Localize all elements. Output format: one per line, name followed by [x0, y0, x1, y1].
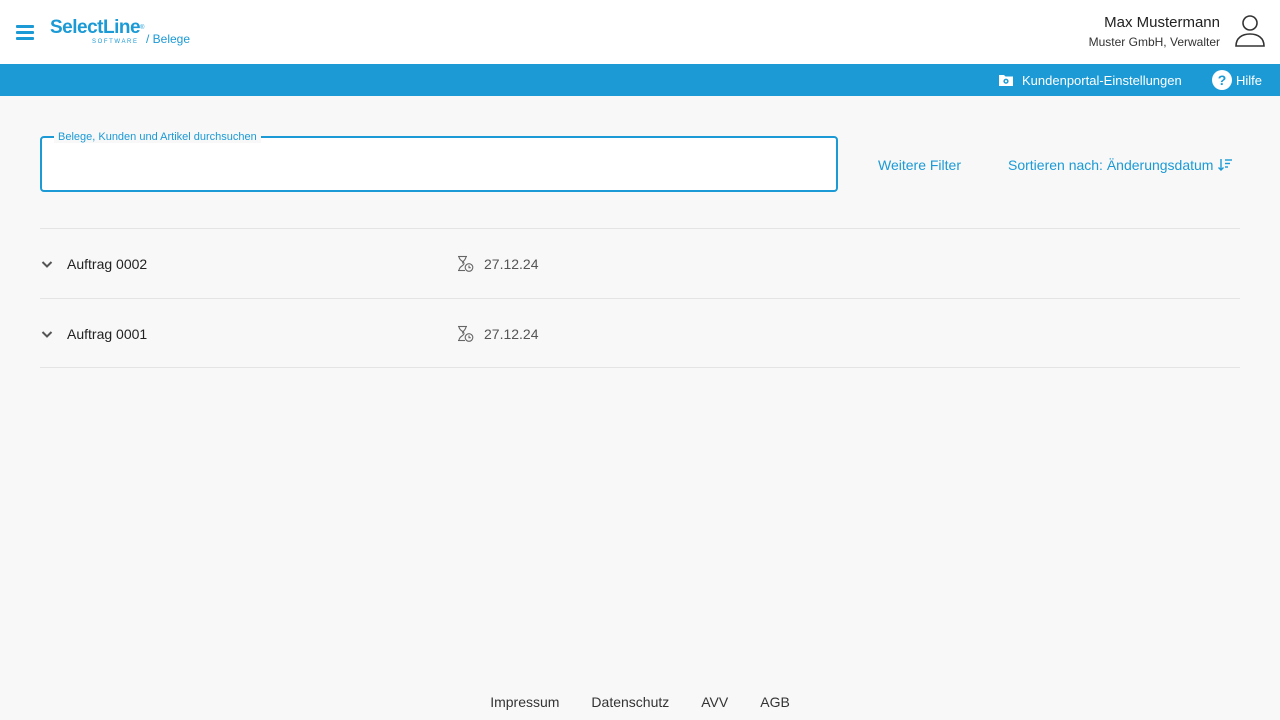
chevron-down-icon[interactable] [40, 257, 54, 271]
logo-subtitle: SOFTWARE [92, 39, 139, 45]
search-field[interactable]: Belege, Kunden und Artikel durchsuchen [40, 131, 838, 192]
document-title: Auftrag 0001 [67, 326, 148, 342]
user-avatar-icon[interactable] [1234, 14, 1266, 48]
logo-text: SelectLine [50, 17, 141, 38]
document-list: Auftrag 0002 27.12.24 Auftrag 0001 27.12… [40, 228, 1240, 368]
sort-button[interactable]: Sortieren nach: Änderungsdatum [1008, 157, 1233, 173]
document-date: 27.12.24 [484, 256, 539, 272]
footer-link-avv[interactable]: AVV [701, 694, 728, 712]
page-footer: Impressum Datenschutz AVV AGB [0, 694, 1280, 712]
sort-descending-icon [1218, 159, 1233, 171]
portal-settings-button[interactable]: Kundenportal-Einstellungen [998, 70, 1182, 90]
settings-folder-icon [999, 75, 1013, 86]
search-input[interactable] [56, 152, 816, 176]
hourglass-clock-icon [458, 255, 474, 272]
list-item[interactable]: Auftrag 0002 27.12.24 [40, 228, 1240, 298]
breadcrumb[interactable]: / Belege [146, 32, 190, 46]
footer-link-datenschutz[interactable]: Datenschutz [591, 694, 669, 712]
sort-label: Sortieren nach: Änderungsdatum [1008, 157, 1214, 173]
hamburger-menu-icon[interactable] [14, 21, 36, 43]
document-date: 27.12.24 [484, 326, 539, 342]
help-button[interactable]: ? Hilfe [1212, 69, 1262, 91]
footer-link-impressum[interactable]: Impressum [490, 694, 559, 712]
chevron-down-icon[interactable] [40, 327, 54, 341]
user-organization: Muster GmbH, Verwalter [1088, 35, 1220, 49]
more-filters-button[interactable]: Weitere Filter [878, 157, 961, 173]
action-toolbar: Kundenportal-Einstellungen ? Hilfe [0, 64, 1280, 96]
portal-settings-label: Kundenportal-Einstellungen [1022, 72, 1182, 88]
document-title: Auftrag 0002 [67, 256, 148, 272]
hourglass-clock-icon [458, 325, 474, 342]
user-name: Max Mustermann [1104, 14, 1220, 31]
footer-link-agb[interactable]: AGB [760, 694, 790, 712]
search-label: Belege, Kunden und Artikel durchsuchen [54, 131, 261, 143]
app-header: SelectLine® SOFTWARE / Belege Max Muster… [0, 0, 1280, 64]
help-label: Hilfe [1236, 72, 1263, 88]
list-item[interactable]: Auftrag 0001 27.12.24 [40, 298, 1240, 368]
help-icon: ? [1212, 70, 1232, 90]
selectline-logo[interactable]: SelectLine® SOFTWARE [50, 18, 146, 46]
